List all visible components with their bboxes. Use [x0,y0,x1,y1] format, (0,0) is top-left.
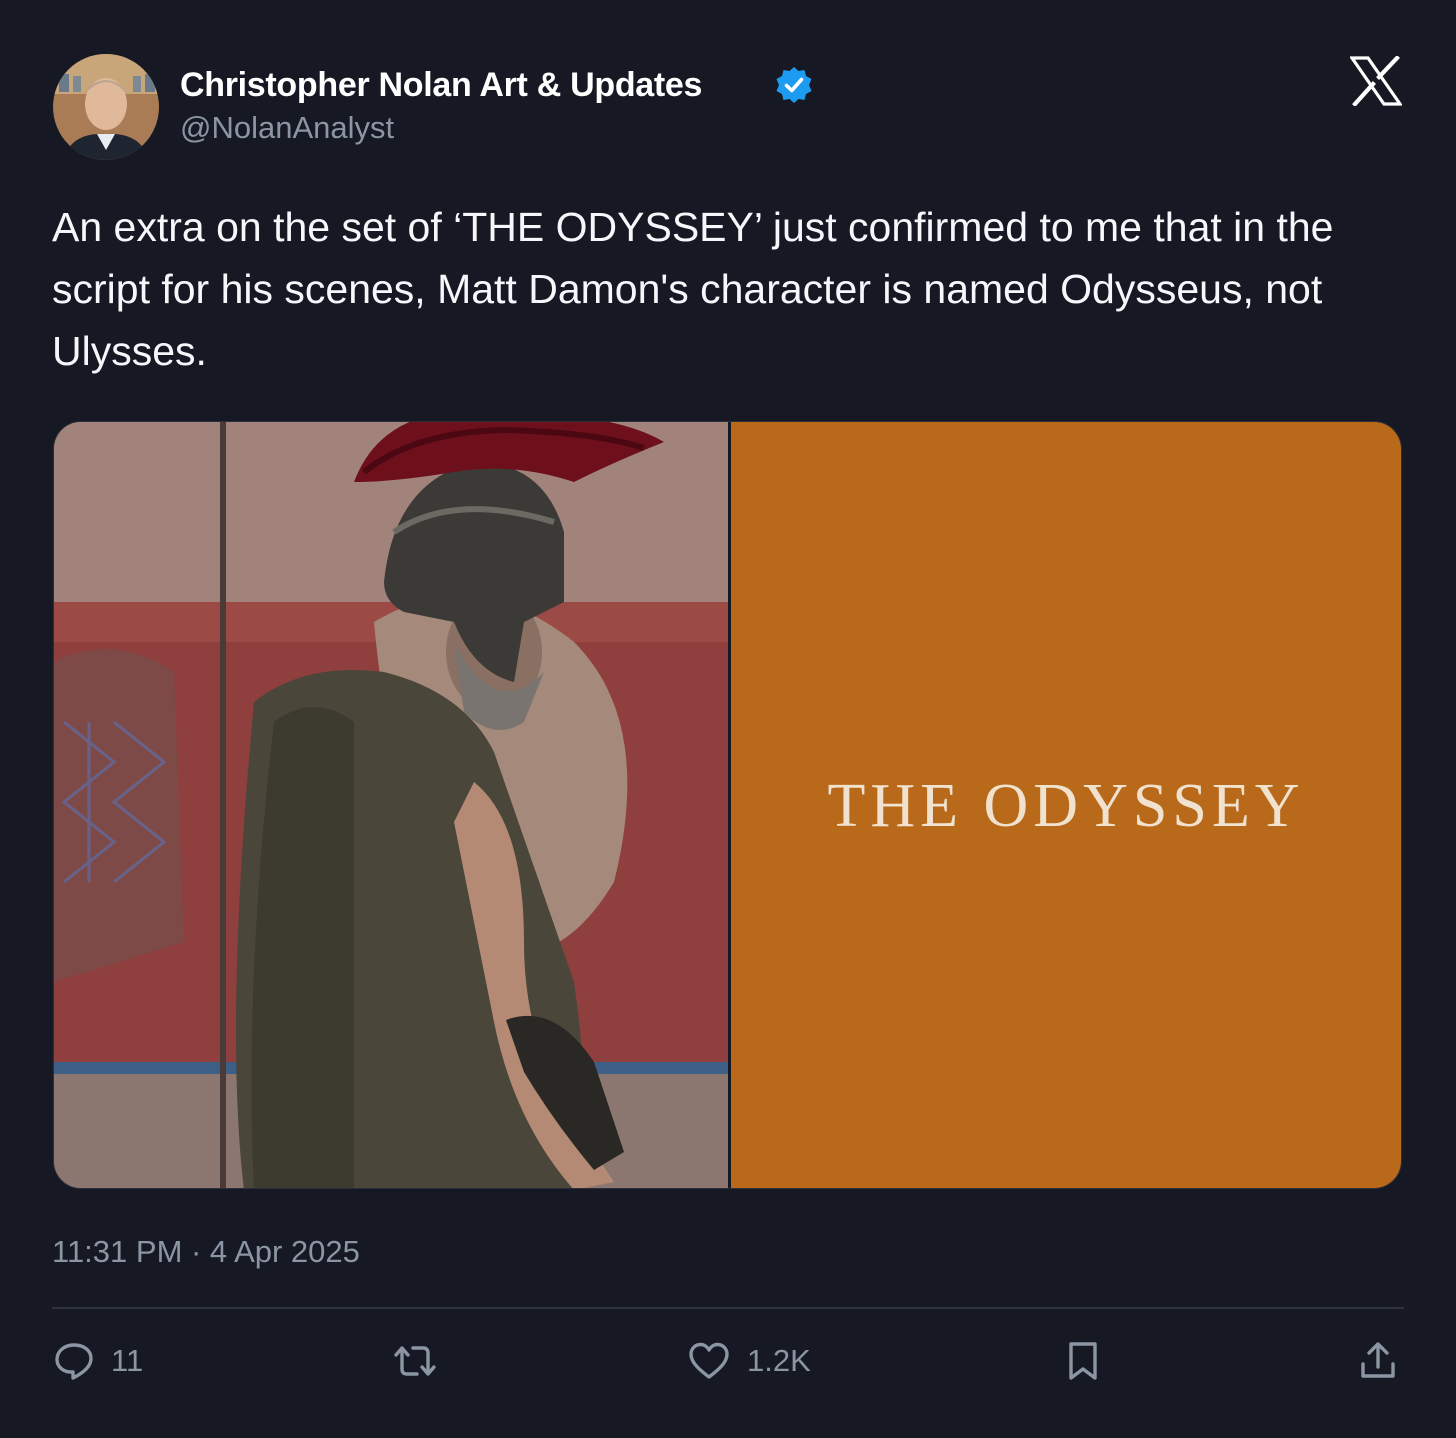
share-icon [1361,1342,1395,1378]
media-photo-warrior[interactable] [54,422,728,1188]
verified-badge-icon [774,65,814,105]
like-icon [689,1342,729,1379]
retweet-button[interactable] [390,1336,440,1386]
media-poster[interactable]: THE ODYSSEY [731,422,1401,1188]
avatar[interactable] [53,54,159,160]
retweet-icon [394,1346,436,1376]
share-button[interactable] [1357,1336,1399,1386]
tweet-text: An extra on the set of ‘THE ODYSSEY’ jus… [52,204,1334,374]
bookmark-button[interactable] [1063,1336,1103,1386]
like-count: 1.2K [747,1343,811,1378]
handle[interactable]: @NolanAnalyst [180,108,394,148]
action-divider [52,1307,1404,1309]
reply-button[interactable]: 11 [53,1336,143,1386]
reply-count: 11 [111,1343,144,1378]
like-button[interactable]: 1.2K [687,1336,811,1386]
warrior-photo-image [54,422,728,1188]
tweet-card: Christopher Nolan Art & Updates @NolanAn… [0,0,1456,1438]
display-name[interactable]: Christopher Nolan Art & Updates [180,64,702,106]
avatar-image [53,54,159,160]
bookmark-icon [1069,1342,1097,1380]
tweet-timestamp[interactable]: 11:31 PM · 4 Apr 2025 [52,1232,360,1272]
reply-icon [55,1343,93,1380]
poster-title: THE ODYSSEY [827,771,1305,840]
tweet-media[interactable]: THE ODYSSEY [53,421,1402,1189]
x-logo-icon[interactable] [1348,55,1404,107]
